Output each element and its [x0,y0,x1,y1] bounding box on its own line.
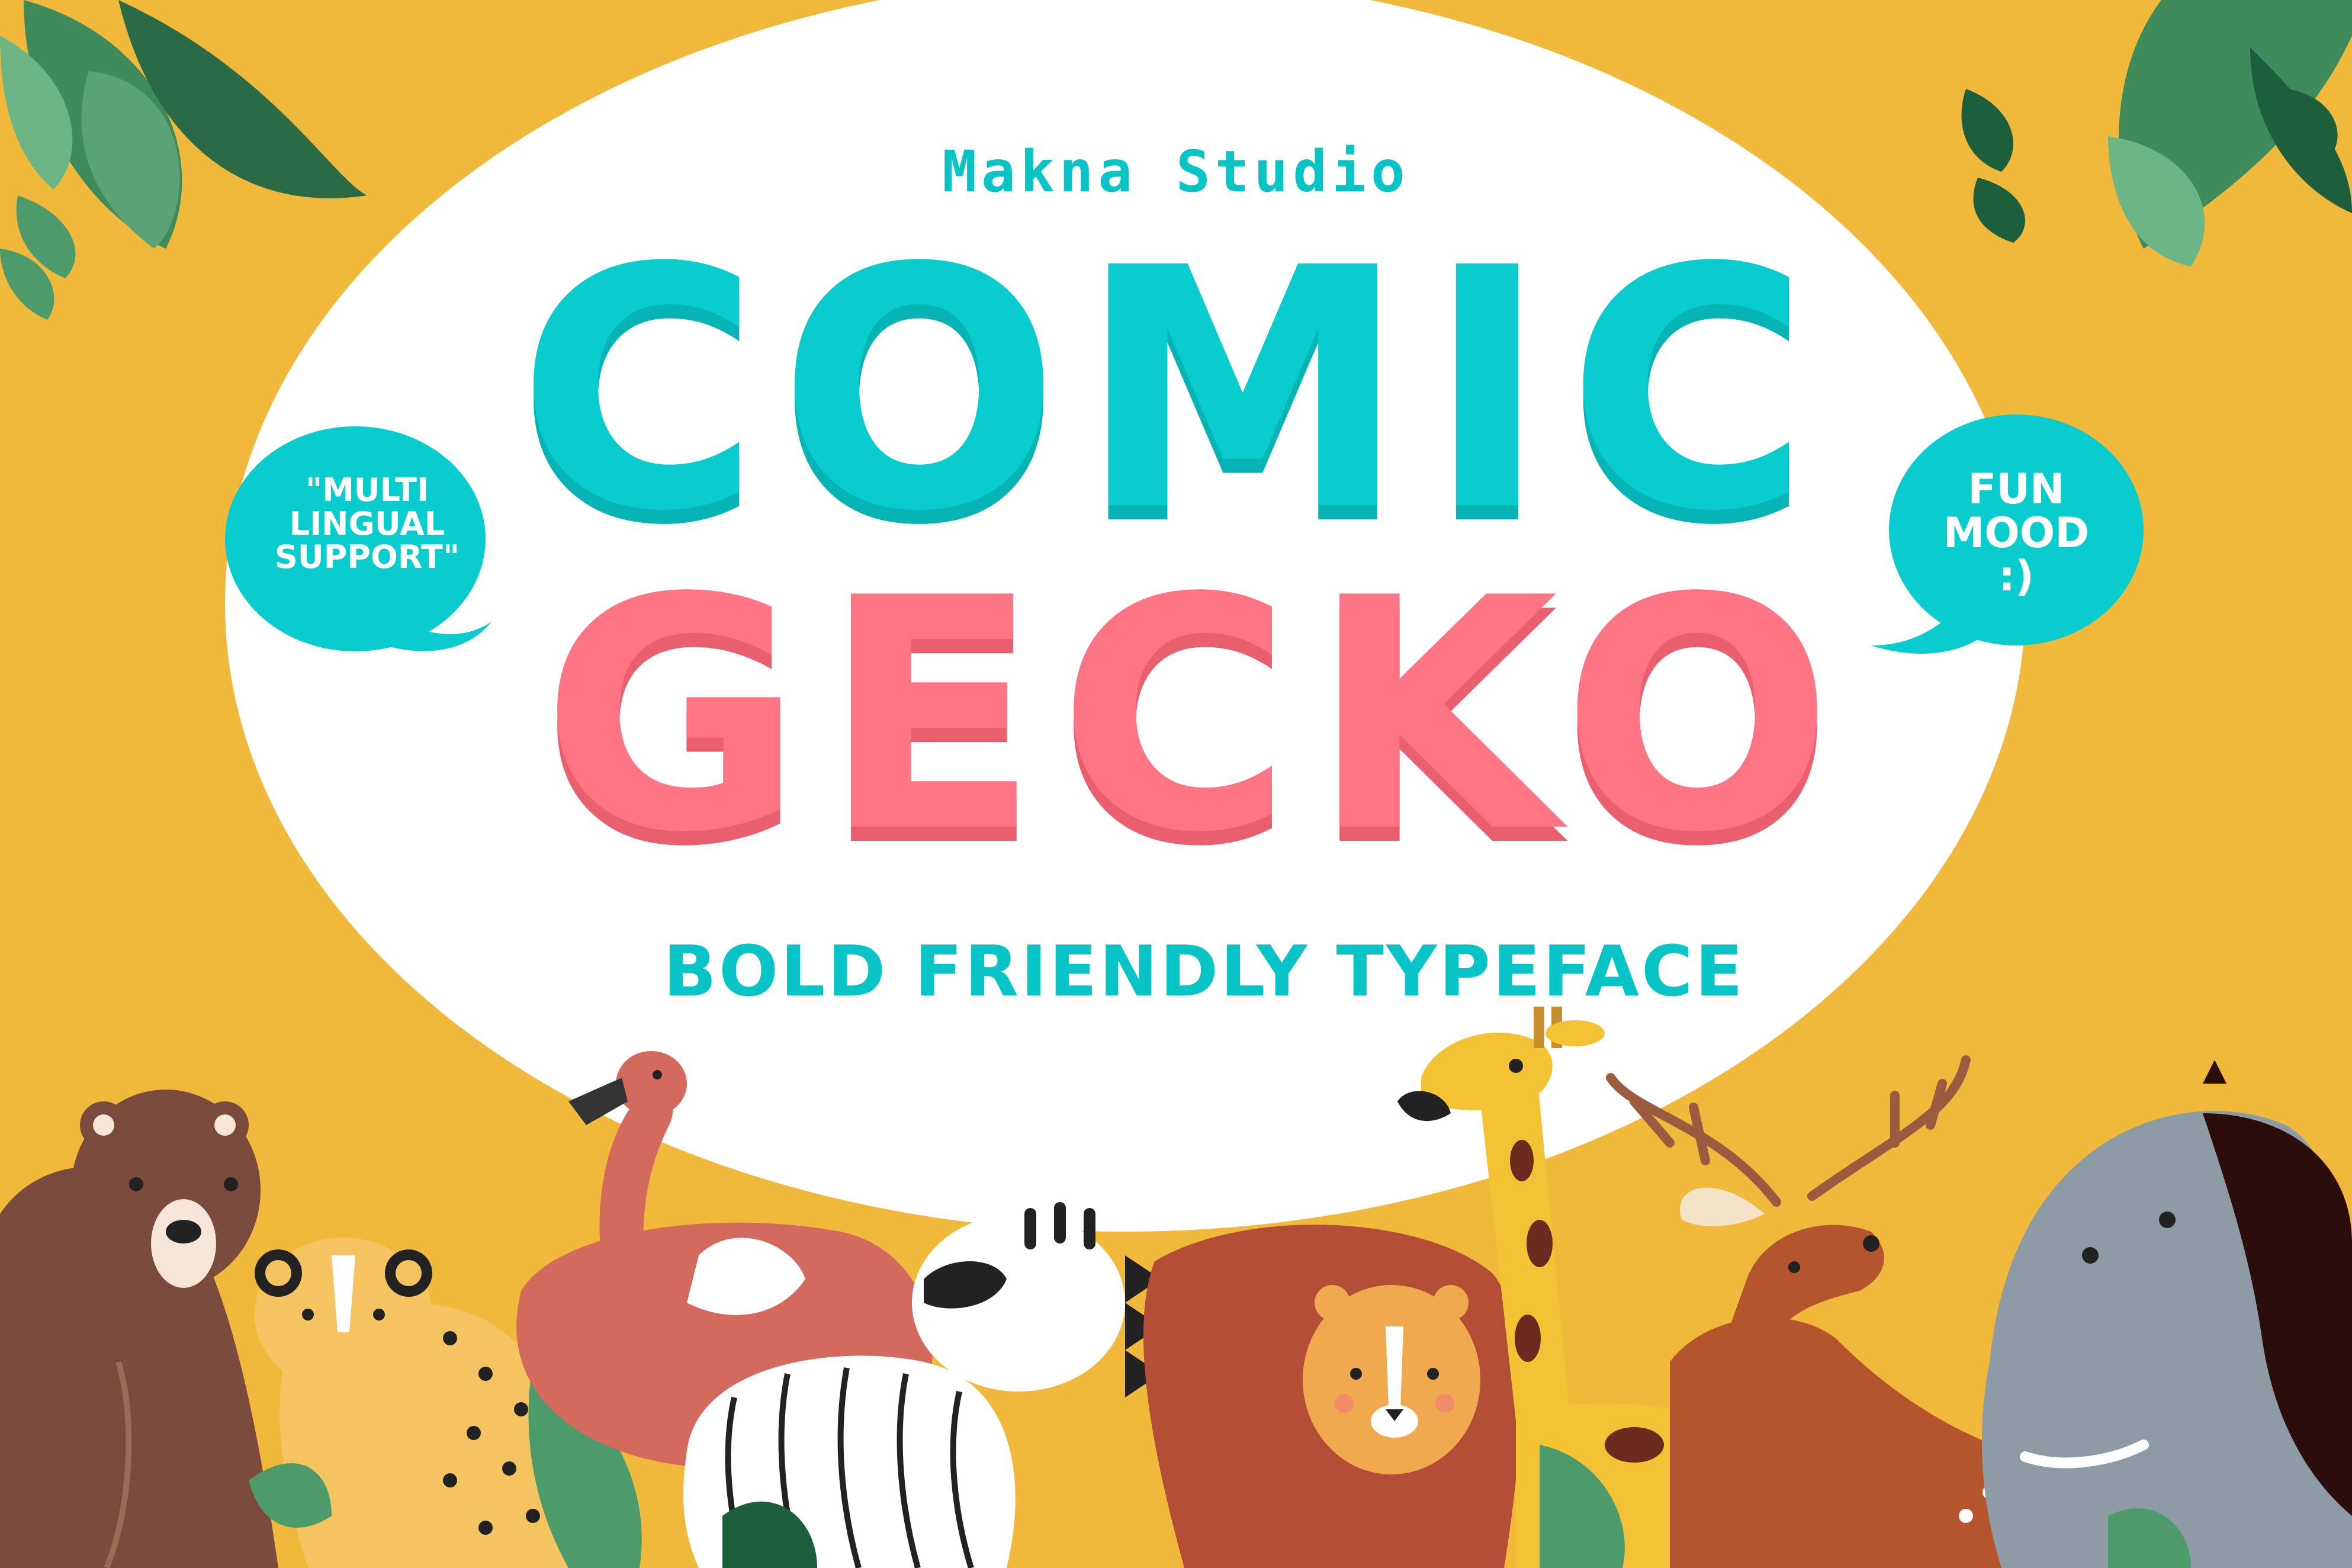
bubble-left-text: "MULTI LINGUAL SUPPORT" [243,471,491,576]
bubble-right-text: FUN MOOD :) [1892,465,2141,600]
studio-name: Makna Studio [942,139,1410,205]
title-line-2: GECKO [541,531,1851,902]
bubble-left-line: LINGUAL [289,505,445,542]
tagline: BOLD FRIENDLY TYPEFACE [663,930,1746,1012]
bubble-right-line: :) [1998,552,2034,600]
poster: Makna Studio COMIC GECKO BOLD FRIENDLY T… [0,0,2352,1568]
bubble-right-line: FUN [1968,465,2065,513]
bubble-right-line: MOOD [1943,508,2090,557]
bubble-left-line: "MULTI [305,471,429,509]
title-line-1: COMIC [517,198,1828,584]
lion-illustration [1143,1225,1521,1568]
bubble-left-line: SUPPORT" [275,538,460,576]
